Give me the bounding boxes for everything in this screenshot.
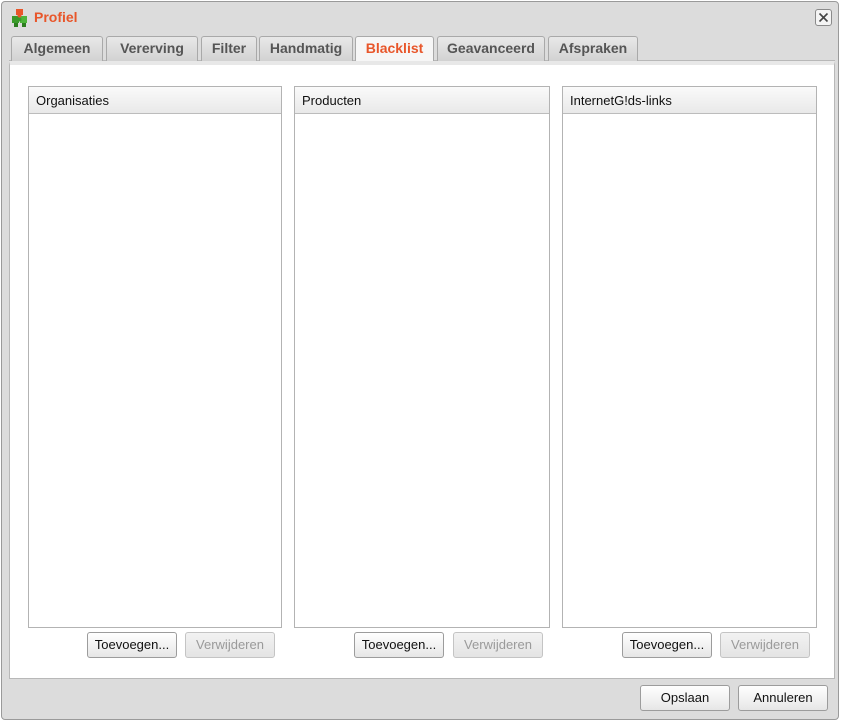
window-title: Profiel [34,9,78,25]
add-organisatie-button[interactable]: Toevoegen... [87,632,177,658]
puzzle-icon [10,8,30,28]
tab-handmatig[interactable]: Handmatig [259,36,353,61]
add-product-button[interactable]: Toevoegen... [354,632,444,658]
add-internetgids-link-button[interactable]: Toevoegen... [622,632,712,658]
producten-header[interactable]: Producten [295,87,549,114]
organisaties-list[interactable]: Organisaties [28,86,282,628]
remove-product-button[interactable]: Verwijderen [453,632,543,658]
titlebar: Profiel [2,2,838,32]
tab-bar: Algemeen Vererving Filter Handmatig Blac… [9,35,835,62]
organisaties-header[interactable]: Organisaties [29,87,281,114]
tab-afspraken[interactable]: Afspraken [548,36,638,61]
remove-organisatie-button[interactable]: Verwijderen [185,632,275,658]
cancel-button[interactable]: Annuleren [738,685,828,711]
profile-dialog: Profiel Algemeen Vererving Filter Handma… [1,1,839,720]
tab-filter[interactable]: Filter [201,36,257,61]
tab-algemeen[interactable]: Algemeen [11,36,103,61]
tab-vererving[interactable]: Vererving [106,36,198,61]
tab-blacklist[interactable]: Blacklist [355,36,434,62]
internetgids-links-header[interactable]: InternetG!ds-links [563,87,816,114]
close-icon [818,12,829,23]
save-button[interactable]: Opslaan [640,685,730,711]
blacklist-panel: Organisaties Toevoegen... Verwijderen Pr… [9,61,835,679]
internetgids-links-list[interactable]: InternetG!ds-links [562,86,817,628]
producten-list[interactable]: Producten [294,86,550,628]
close-button[interactable] [815,9,832,26]
remove-internetgids-link-button[interactable]: Verwijderen [720,632,810,658]
tab-geavanceerd[interactable]: Geavanceerd [437,36,545,61]
